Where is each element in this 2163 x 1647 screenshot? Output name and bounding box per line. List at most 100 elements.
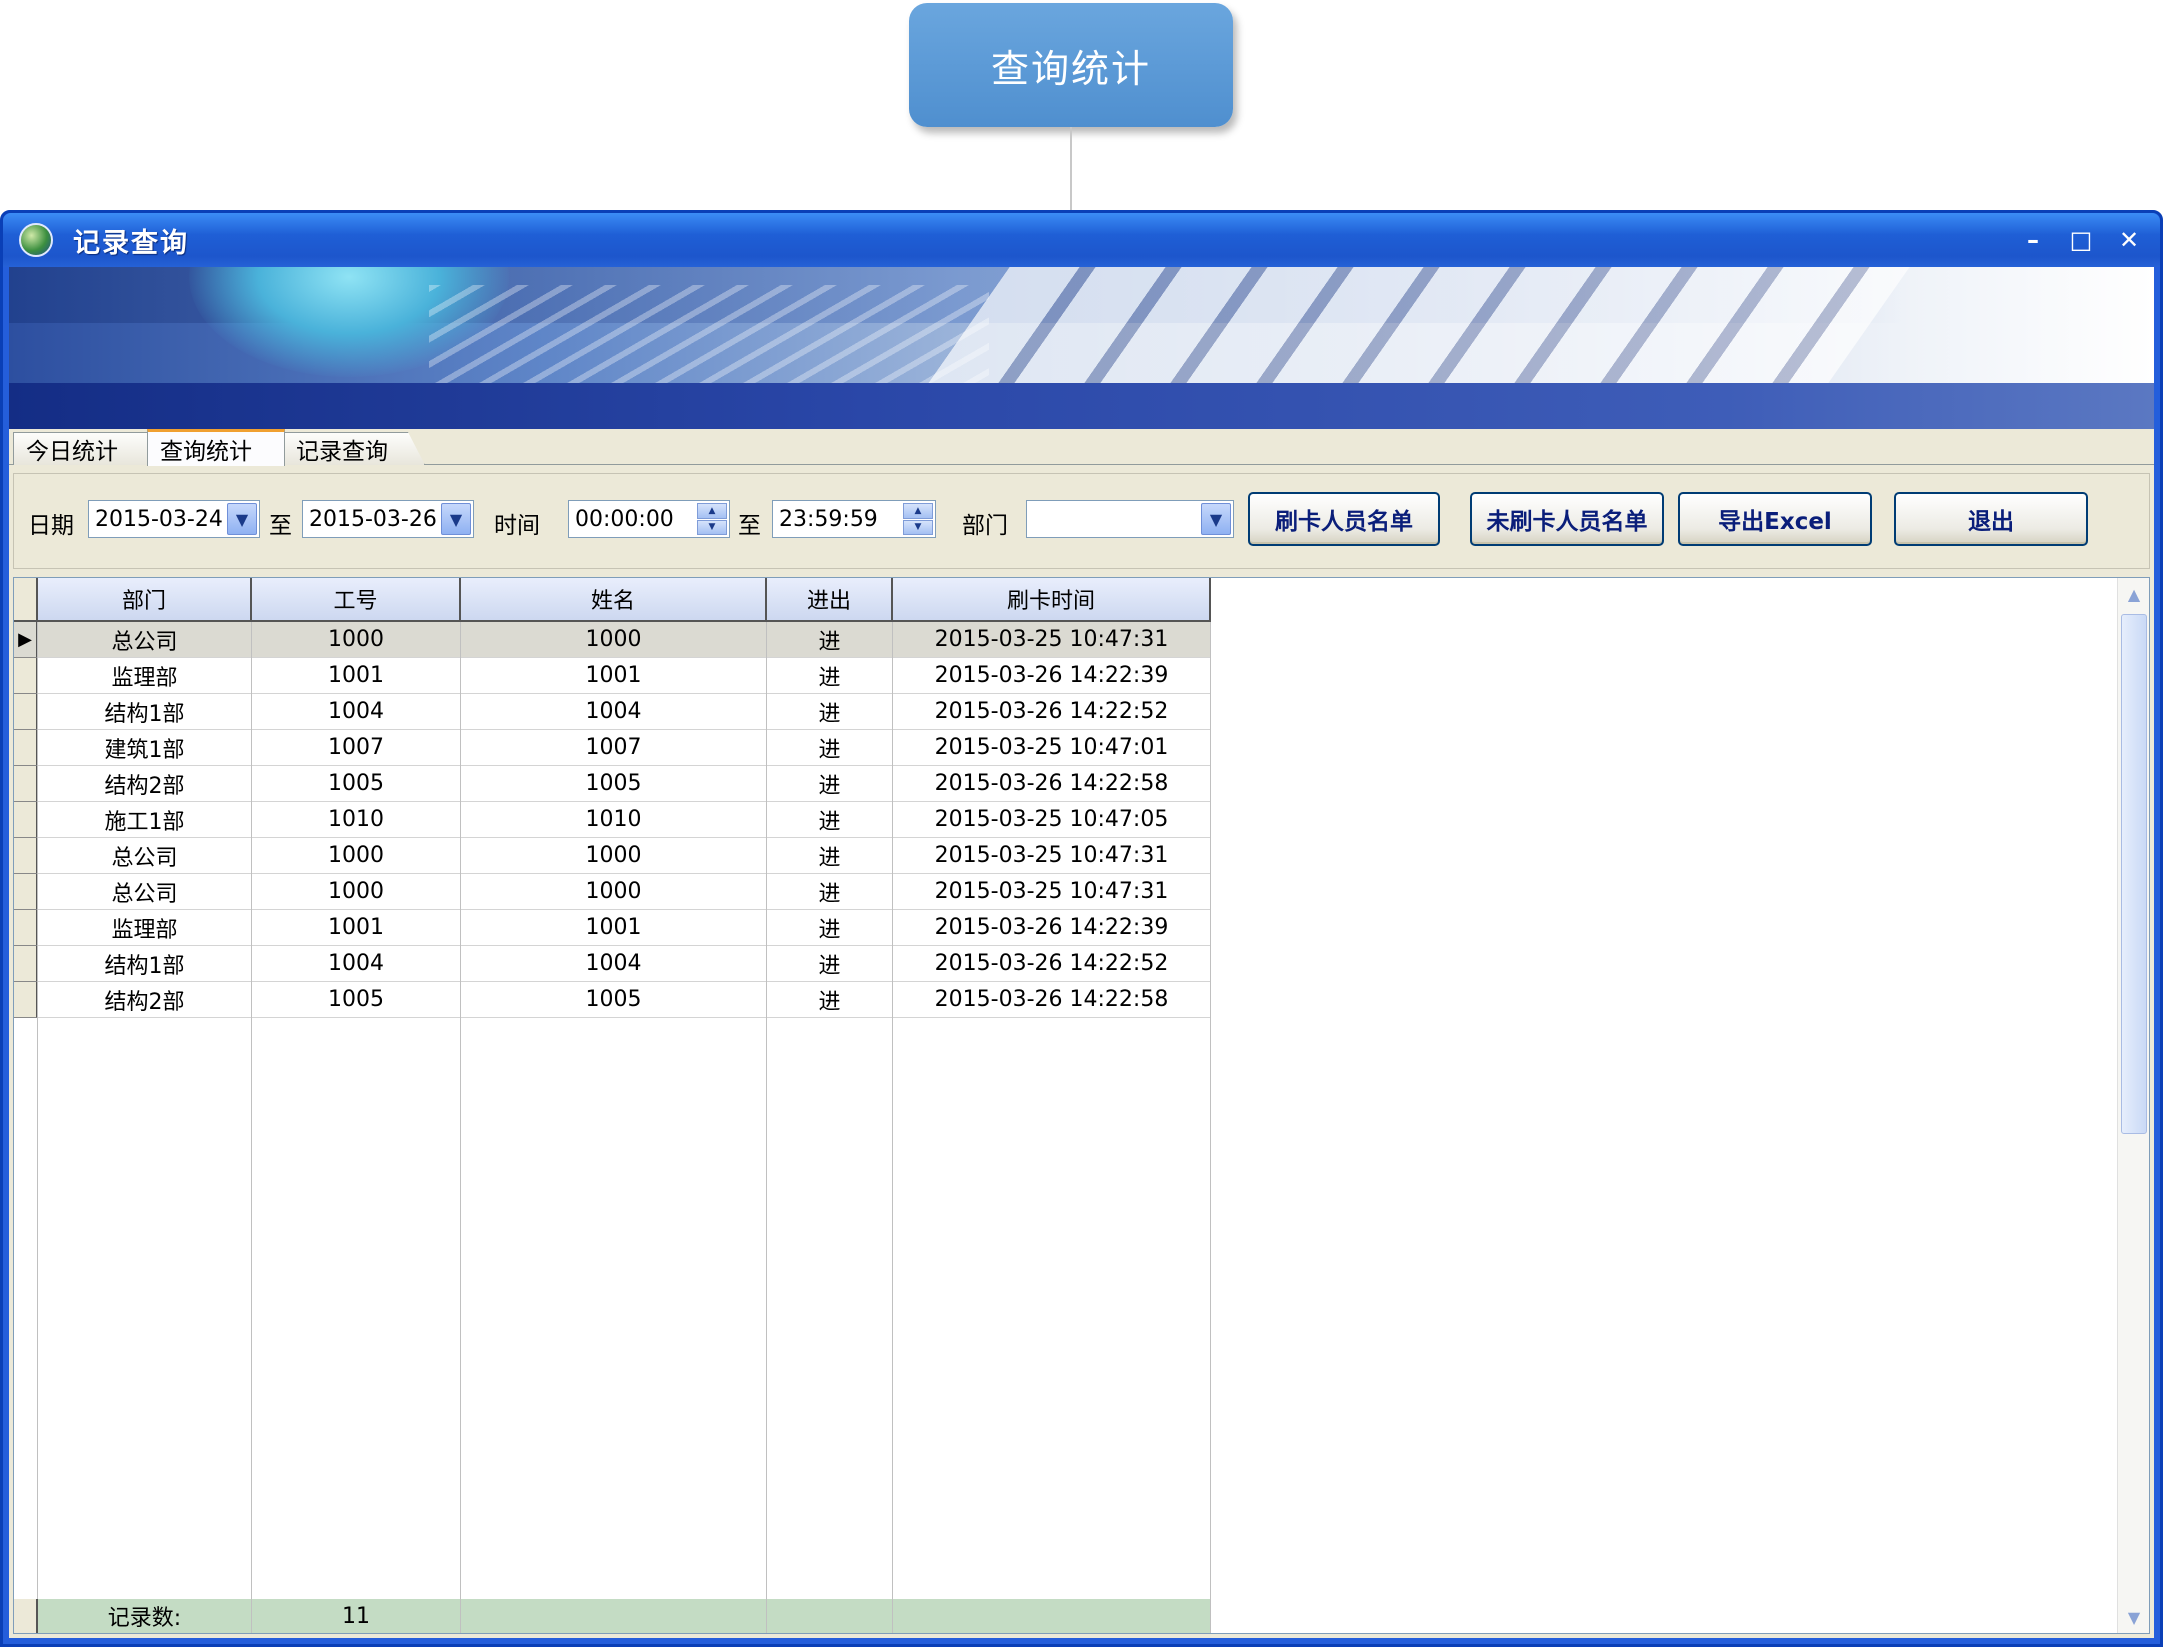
table-row[interactable]: 结构2部 1005 1005 进 2015-03-26 14:22:58 bbox=[14, 766, 1211, 802]
cell-dept[interactable]: 监理部 bbox=[38, 658, 252, 694]
cell-name[interactable]: 1000 bbox=[461, 622, 767, 658]
vertical-scrollbar[interactable]: ▲ ▼ bbox=[2117, 578, 2149, 1633]
date-from-picker[interactable]: 2015-03-24 ▼ bbox=[88, 500, 260, 538]
cell-dept[interactable]: 总公司 bbox=[38, 874, 252, 910]
cell-time[interactable]: 2015-03-25 10:47:05 bbox=[893, 802, 1211, 838]
column-header-direction[interactable]: 进出 bbox=[767, 578, 893, 622]
row-indicator[interactable] bbox=[14, 730, 38, 766]
cell-id[interactable]: 1001 bbox=[252, 658, 461, 694]
cell-name[interactable]: 1005 bbox=[461, 982, 767, 1018]
row-indicator[interactable] bbox=[14, 694, 38, 730]
cell-dept[interactable]: 总公司 bbox=[38, 838, 252, 874]
row-indicator[interactable] bbox=[14, 658, 38, 694]
cell-time[interactable]: 2015-03-25 10:47:31 bbox=[893, 838, 1211, 874]
cell-time[interactable]: 2015-03-26 14:22:39 bbox=[893, 910, 1211, 946]
triangle-right-icon[interactable] bbox=[14, 622, 38, 658]
close-button[interactable]: ✕ bbox=[2108, 221, 2150, 259]
cell-direction[interactable]: 进 bbox=[767, 766, 893, 802]
spin-arrows-icon[interactable]: ▲ ▼ bbox=[697, 503, 727, 535]
chevron-down-icon[interactable]: ▼ bbox=[1201, 503, 1231, 535]
cell-dept[interactable]: 总公司 bbox=[38, 622, 252, 658]
table-row[interactable]: 总公司10001000进2015-03-25 10:47:31 bbox=[14, 874, 1211, 910]
row-indicator[interactable] bbox=[14, 838, 38, 874]
cell-direction[interactable]: 进 bbox=[767, 946, 893, 982]
table-row[interactable]: 施工1部 1010 1010 进 2015-03-25 10:47:05 bbox=[14, 802, 1211, 838]
column-header-time[interactable]: 刷卡时间 bbox=[893, 578, 1211, 622]
cell-id[interactable]: 1004 bbox=[252, 946, 461, 982]
cell-direction[interactable]: 进 bbox=[767, 910, 893, 946]
maximize-button[interactable]: □ bbox=[2060, 221, 2102, 259]
cell-id[interactable]: 1001 bbox=[252, 910, 461, 946]
cell-direction[interactable]: 进 bbox=[767, 874, 893, 910]
cell-dept[interactable]: 监理部 bbox=[38, 910, 252, 946]
cell-id[interactable]: 1007 bbox=[252, 730, 461, 766]
cell-dept[interactable]: 结构1部 bbox=[38, 694, 252, 730]
scroll-thumb[interactable] bbox=[2121, 614, 2147, 1134]
cell-name[interactable]: 1005 bbox=[461, 766, 767, 802]
tab-record-query[interactable]: 记录查询 bbox=[283, 432, 425, 465]
column-header-name[interactable]: 姓名 bbox=[461, 578, 767, 622]
records-grid[interactable]: 部门 工号 姓名 进出 刷卡时间 总公司10001000进2015-03-25 … bbox=[13, 577, 2150, 1634]
cell-time[interactable]: 2015-03-26 14:22:39 bbox=[893, 658, 1211, 694]
cell-name[interactable]: 1001 bbox=[461, 658, 767, 694]
scroll-down-icon[interactable]: ▼ bbox=[2121, 1605, 2147, 1629]
row-indicator[interactable] bbox=[14, 946, 38, 982]
cell-time[interactable]: 2015-03-25 10:47:31 bbox=[893, 874, 1211, 910]
tab-today-stats[interactable]: 今日统计 bbox=[13, 432, 151, 465]
table-row[interactable]: 总公司10001000进2015-03-25 10:47:31 bbox=[14, 622, 1211, 658]
time-to-spinner[interactable]: 23:59:59 ▲ ▼ bbox=[772, 500, 936, 538]
cell-id[interactable]: 1000 bbox=[252, 874, 461, 910]
chevron-down-icon[interactable]: ▼ bbox=[441, 503, 471, 535]
export-excel-button[interactable]: 导出Excel bbox=[1678, 492, 1872, 546]
table-row[interactable]: 结构1部 1004 1004 进 2015-03-26 14:22:52 bbox=[14, 694, 1211, 730]
cell-time[interactable]: 2015-03-25 10:47:01 bbox=[893, 730, 1211, 766]
swiped-list-button[interactable]: 刷卡人员名单 bbox=[1248, 492, 1440, 546]
cell-dept[interactable]: 结构2部 bbox=[38, 766, 252, 802]
cell-direction[interactable]: 进 bbox=[767, 658, 893, 694]
row-indicator[interactable] bbox=[14, 802, 38, 838]
cell-dept[interactable]: 结构1部 bbox=[38, 946, 252, 982]
cell-name[interactable]: 1000 bbox=[461, 838, 767, 874]
dept-select[interactable]: ▼ bbox=[1026, 500, 1234, 538]
cell-dept[interactable]: 结构2部 bbox=[38, 982, 252, 1018]
row-indicator[interactable] bbox=[14, 910, 38, 946]
column-header-id[interactable]: 工号 bbox=[252, 578, 461, 622]
cell-time[interactable]: 2015-03-26 14:22:52 bbox=[893, 694, 1211, 730]
table-row[interactable]: 结构1部 1004 1004 进 2015-03-26 14:22:52 bbox=[14, 946, 1211, 982]
cell-id[interactable]: 1005 bbox=[252, 982, 461, 1018]
title-bar[interactable]: 记录查询 – □ ✕ bbox=[3, 213, 2160, 267]
scroll-up-icon[interactable]: ▲ bbox=[2121, 582, 2147, 606]
exit-button[interactable]: 退出 bbox=[1894, 492, 2088, 546]
cell-name[interactable]: 1007 bbox=[461, 730, 767, 766]
spin-arrows-icon[interactable]: ▲ ▼ bbox=[903, 503, 933, 535]
time-from-spinner[interactable]: 00:00:00 ▲ ▼ bbox=[568, 500, 730, 538]
cell-dept[interactable]: 建筑1部 bbox=[38, 730, 252, 766]
cell-name[interactable]: 1010 bbox=[461, 802, 767, 838]
row-indicator[interactable] bbox=[14, 766, 38, 802]
cell-dept[interactable]: 施工1部 bbox=[38, 802, 252, 838]
tab-query-stats[interactable]: 查询统计 bbox=[147, 429, 285, 466]
cell-time[interactable]: 2015-03-26 14:22:52 bbox=[893, 946, 1211, 982]
cell-direction[interactable]: 进 bbox=[767, 802, 893, 838]
cell-id[interactable]: 1004 bbox=[252, 694, 461, 730]
cell-direction[interactable]: 进 bbox=[767, 838, 893, 874]
cell-direction[interactable]: 进 bbox=[767, 982, 893, 1018]
cell-name[interactable]: 1001 bbox=[461, 910, 767, 946]
cell-direction[interactable]: 进 bbox=[767, 730, 893, 766]
table-row[interactable]: 结构2部 1005 1005 进 2015-03-26 14:22:58 bbox=[14, 982, 1211, 1018]
cell-time[interactable]: 2015-03-25 10:47:31 bbox=[893, 622, 1211, 658]
cell-id[interactable]: 1000 bbox=[252, 622, 461, 658]
cell-id[interactable]: 1010 bbox=[252, 802, 461, 838]
table-row[interactable]: 监理部 1001 1001 进 2015-03-26 14:22:39 bbox=[14, 910, 1211, 946]
cell-name[interactable]: 1004 bbox=[461, 694, 767, 730]
cell-direction[interactable]: 进 bbox=[767, 622, 893, 658]
cell-name[interactable]: 1004 bbox=[461, 946, 767, 982]
cell-id[interactable]: 1005 bbox=[252, 766, 461, 802]
date-to-picker[interactable]: 2015-03-26 ▼ bbox=[302, 500, 474, 538]
chevron-down-icon[interactable]: ▼ bbox=[227, 503, 257, 535]
cell-name[interactable]: 1000 bbox=[461, 874, 767, 910]
row-indicator[interactable] bbox=[14, 982, 38, 1018]
not-swiped-list-button[interactable]: 未刷卡人员名单 bbox=[1470, 492, 1664, 546]
cell-time[interactable]: 2015-03-26 14:22:58 bbox=[893, 982, 1211, 1018]
row-indicator[interactable] bbox=[14, 874, 38, 910]
